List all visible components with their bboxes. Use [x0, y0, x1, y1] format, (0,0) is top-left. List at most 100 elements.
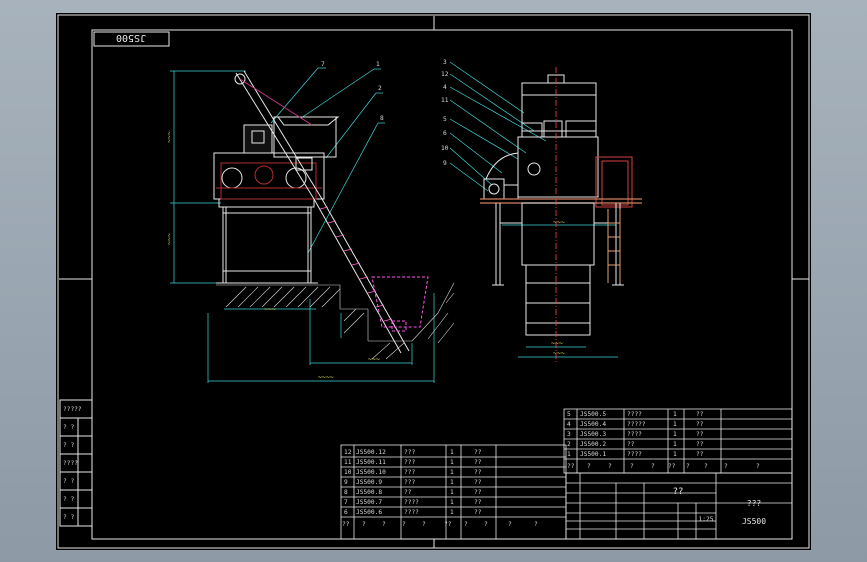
parts-lower-cell-code: JS500.6	[356, 509, 382, 516]
front-mixer-drum	[485, 136, 633, 208]
parts-lower-cell-name: ???	[404, 469, 415, 476]
parts-lower-header-mark: ?	[534, 521, 538, 528]
parts-lower-header-mark: ??	[342, 521, 350, 528]
left-column-label: ? ?	[63, 442, 74, 449]
parts-upper-cell-name: ????	[627, 431, 642, 438]
left-column-label: ?????	[63, 406, 82, 413]
side-hoist-chain	[319, 206, 393, 322]
front-callout-9: 9	[443, 160, 447, 167]
parts-lower-header-mark: ?	[402, 521, 406, 528]
parts-lower-header-mark: ??	[444, 521, 452, 528]
parts-lower-cell-qty: 1	[450, 509, 454, 516]
side-height-dim-upper: ~~~	[165, 131, 173, 143]
code-box: JS500	[93, 31, 170, 47]
front-elevation-view: 3 12 4 11 5 6 10 9 ~~~ ~~~ ~~~	[441, 59, 642, 363]
drawing-sheet: JS500 ?????? ?? ?????? ?? ?? ? ~~~ ~~~ ~…	[56, 13, 811, 550]
parts-upper-cell-no: 3	[567, 431, 571, 438]
parts-upper-cell-name: ?????	[627, 421, 646, 428]
side-skip-hopper	[371, 276, 429, 332]
outer-frame	[57, 14, 810, 549]
centering-marks	[59, 16, 809, 548]
parts-upper-header-mark: ?	[651, 463, 655, 470]
front-ladder	[607, 209, 621, 283]
parts-lower-cell-code: JS500.9	[356, 479, 382, 486]
title-block-scale: 1:25	[699, 516, 714, 523]
parts-upper-cell-no: 4	[567, 421, 571, 428]
parts-upper-cell-code: JS500.3	[580, 431, 606, 438]
parts-lower-header-mark: ?	[422, 521, 426, 528]
parts-lower-cell-qty: 1	[450, 459, 454, 466]
parts-upper-cell-code: JS500.2	[580, 441, 606, 448]
parts-upper-header-mark: ?	[686, 463, 690, 470]
front-dimensions	[502, 224, 618, 358]
parts-upper-cell-code: JS500.1	[580, 451, 606, 458]
parts-lower-header-mark: ?	[464, 521, 468, 528]
parts-lower-cell-name: ???	[404, 449, 415, 456]
parts-upper-cell-code: JS500.4	[580, 421, 606, 428]
parts-lower-cell-name: ??	[404, 489, 412, 496]
side-elevation-view: ~~~ ~~~ ~~~ ~~~~ ~~~ 7 1 2 8	[165, 61, 455, 383]
left-column-label: ? ?	[63, 478, 74, 485]
parts-lower-cell-note: ??	[474, 459, 482, 466]
parts-lower-cell-code: JS500.10	[356, 469, 386, 476]
parts-lower-cell-name: ????	[404, 509, 419, 516]
parts-lower-cell-no: 11	[344, 459, 352, 466]
side-dim-base: ~~~	[264, 305, 276, 313]
parts-upper-header-mark: ?	[630, 463, 634, 470]
parts-upper-cell-name: ????	[627, 411, 642, 418]
parts-upper-cell-no: 5	[567, 411, 571, 418]
parts-lower-cell-no: 12	[344, 449, 352, 456]
front-platform	[480, 198, 642, 204]
side-callout-7: 7	[321, 61, 325, 68]
parts-lower-cell-qty: 1	[450, 449, 454, 456]
parts-lower-cell-note: ??	[474, 499, 482, 506]
parts-lower-header-mark: ?	[382, 521, 386, 528]
cad-viewport[interactable]: JS500 ?????? ?? ?????? ?? ?? ? ~~~ ~~~ ~…	[0, 0, 867, 562]
title-block-name: ??	[673, 487, 684, 497]
parts-upper-cell-no: 2	[567, 441, 571, 448]
parts-lower-cell-code: JS500.11	[356, 459, 386, 466]
front-callout-10: 10	[441, 145, 449, 152]
front-callout-4: 4	[443, 84, 447, 91]
parts-upper-cell-note: ??	[696, 411, 704, 418]
front-legs	[492, 202, 624, 286]
parts-upper-header-mark: ?	[704, 463, 708, 470]
parts-lower-cell-qty: 1	[450, 469, 454, 476]
side-callout-2: 2	[378, 85, 382, 92]
parts-upper-cell-no: 1	[567, 451, 571, 458]
code-box-text: JS500	[116, 32, 146, 43]
parts-upper-header-mark: ?	[587, 463, 591, 470]
side-dim-pit: ~~~	[368, 355, 380, 363]
parts-upper-cell-note: ??	[696, 441, 704, 448]
side-hoist-rail	[234, 70, 410, 354]
parts-lower-cell-code: JS500.12	[356, 449, 386, 456]
front-callout-12: 12	[441, 71, 449, 78]
parts-lower-cell-qty: 1	[450, 489, 454, 496]
title-block-material: ???	[747, 499, 762, 508]
parts-lower-cell-name: ???	[404, 479, 415, 486]
parts-lower-cell-no: 7	[344, 499, 348, 506]
front-callout-6: 6	[443, 130, 447, 137]
side-callout-1: 1	[376, 61, 380, 68]
parts-lower-cell-no: 8	[344, 489, 348, 496]
left-column-label: ? ?	[63, 514, 74, 521]
parts-upper-header-mark: ??	[567, 463, 575, 470]
parts-upper-cell-qty: 1	[673, 411, 677, 418]
parts-upper-header-mark: ??	[668, 463, 676, 470]
side-callout-8: 8	[380, 115, 384, 122]
parts-lower-cell-note: ??	[474, 449, 482, 456]
parts-upper-rows: 5 JS500.5???? 1 ?? 4 JS500.4????? 1 ?? 3 JS500.3?…	[567, 411, 704, 458]
parts-upper-cell-qty: 1	[673, 451, 677, 458]
parts-lower-cell-no: 6	[344, 509, 348, 516]
side-dim-total: ~~~~	[318, 373, 334, 381]
parts-lower-cell-no: 10	[344, 469, 352, 476]
drawing-canvas: JS500 ?????? ?? ?????? ?? ?? ? ~~~ ~~~ ~…	[57, 14, 810, 549]
parts-upper-cell-note: ??	[696, 451, 704, 458]
parts-upper-header-mark: ?	[756, 463, 760, 470]
front-top-structure	[521, 74, 597, 138]
parts-upper-cell-code: JS500.5	[580, 411, 606, 418]
front-callout-11: 11	[441, 97, 449, 104]
left-column-labels: ????? ? ? ? ????? ? ? ? ? ? ?	[63, 406, 82, 521]
parts-lower-cell-qty: 1	[450, 479, 454, 486]
front-dim-lower: ~~~	[553, 349, 565, 357]
